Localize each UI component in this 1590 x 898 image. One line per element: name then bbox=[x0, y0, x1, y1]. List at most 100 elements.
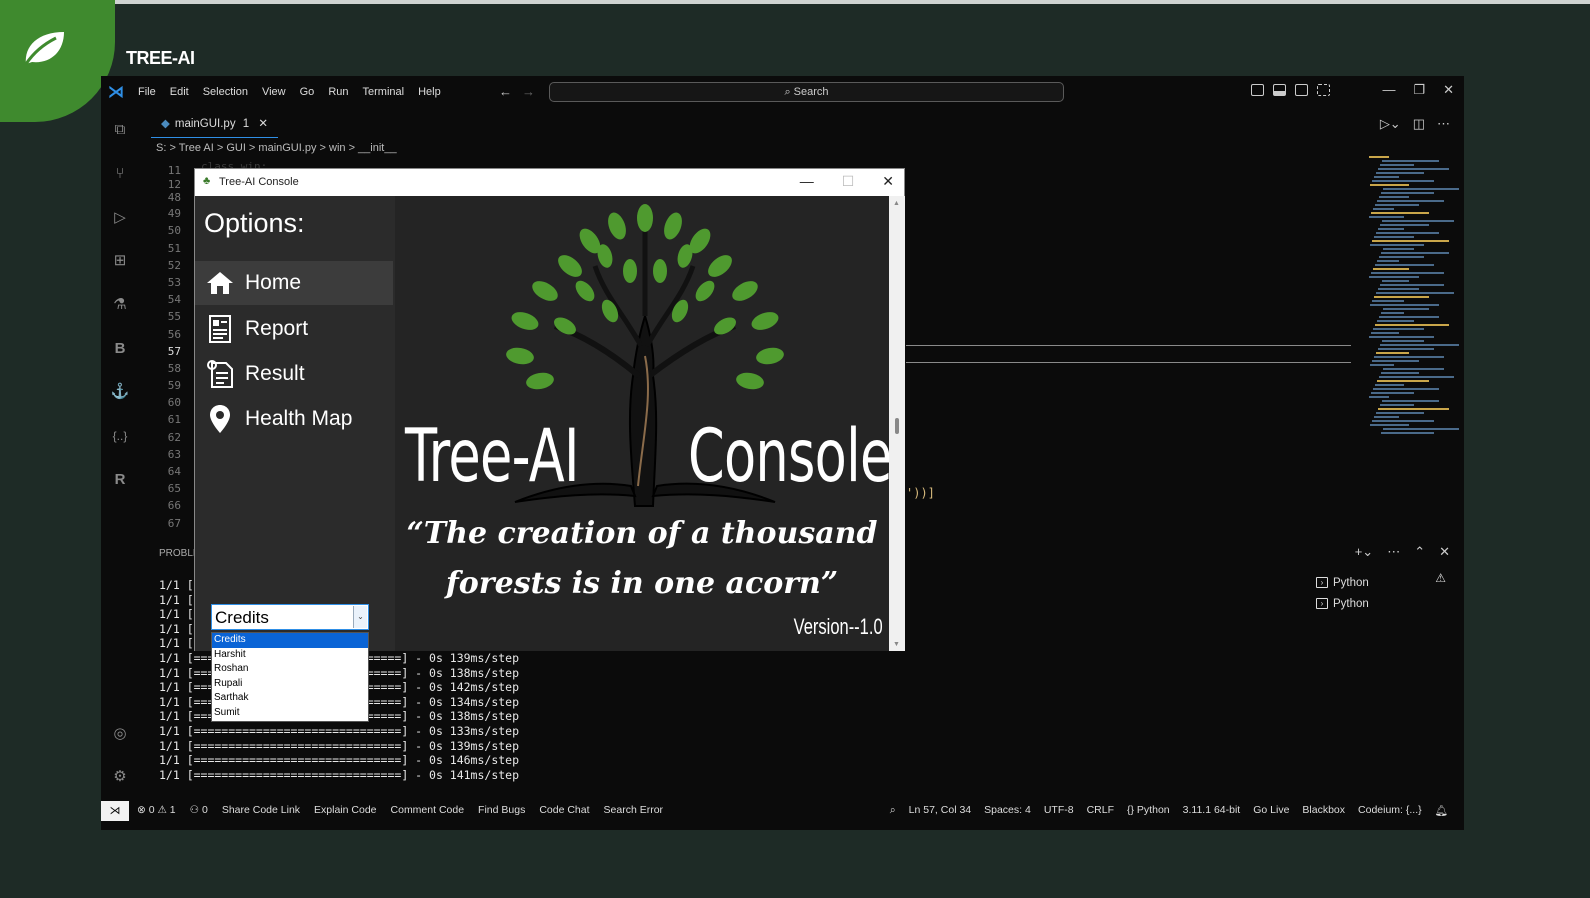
line-highlight-border bbox=[906, 345, 1351, 346]
search-error[interactable]: Search Error bbox=[604, 804, 664, 816]
minimap-line bbox=[1376, 352, 1409, 354]
command-search-input[interactable]: ⌕ Search bbox=[549, 82, 1064, 102]
codeium-status[interactable]: Codeium: {...} bbox=[1358, 804, 1422, 817]
python-interpreter[interactable]: 3.11.1 64-bit bbox=[1183, 804, 1241, 817]
explorer-icon[interactable]: ⧉ bbox=[110, 120, 130, 140]
console-close-icon[interactable]: ✕ bbox=[882, 173, 894, 190]
blackbox-status[interactable]: Blackbox bbox=[1302, 804, 1345, 817]
menu-go[interactable]: Go bbox=[293, 86, 322, 98]
dropdown-option[interactable]: Harshit bbox=[212, 648, 368, 663]
zoom-icon[interactable]: ⌕ bbox=[890, 804, 896, 817]
ports-status[interactable]: ⚇ 0 bbox=[190, 804, 208, 816]
toggle-sidebar-icon[interactable] bbox=[1251, 84, 1264, 96]
scroll-up-icon[interactable]: ▲ bbox=[893, 200, 900, 207]
minimap-line bbox=[1372, 240, 1449, 242]
share-code-link[interactable]: Share Code Link bbox=[222, 804, 300, 816]
line-number: 53 bbox=[167, 275, 181, 289]
close-icon[interactable]: ✕ bbox=[1443, 82, 1454, 98]
scroll-down-icon[interactable]: ▼ bbox=[893, 641, 900, 648]
minimize-icon[interactable]: — bbox=[1382, 82, 1395, 98]
split-editor-icon[interactable]: ◫ bbox=[1413, 116, 1425, 132]
minimap-line bbox=[1373, 388, 1439, 390]
minimap-line bbox=[1376, 412, 1424, 414]
cursor-position[interactable]: Ln 57, Col 34 bbox=[909, 804, 971, 817]
line-ending[interactable]: CRLF bbox=[1087, 804, 1114, 817]
line-number: 64 bbox=[167, 465, 181, 478]
blackbox-icon[interactable]: B bbox=[110, 339, 130, 359]
console-window-controls: — ☐ ✕ bbox=[800, 173, 894, 190]
line-number: 49 bbox=[167, 207, 181, 221]
back-arrow-icon[interactable]: ← bbox=[499, 84, 522, 99]
minimap-line bbox=[1380, 404, 1414, 406]
console-window-title: Tree-AI Console bbox=[219, 176, 299, 188]
chevron-down-icon[interactable]: ⌄ bbox=[353, 606, 367, 628]
minimap-line bbox=[1383, 188, 1459, 190]
menu-item-result[interactable]: Result bbox=[195, 352, 393, 396]
close-panel-icon[interactable]: ✕ bbox=[1439, 544, 1450, 560]
settings-gear-icon[interactable]: ⚙ bbox=[110, 767, 130, 787]
new-terminal-icon[interactable]: +⌄ bbox=[1355, 544, 1373, 560]
menu-help[interactable]: Help bbox=[411, 86, 448, 98]
problems-status[interactable]: ⊗ 0 ⚠ 1 bbox=[137, 804, 176, 816]
breadcrumb[interactable]: S: > Tree AI > GUI > mainGUI.py > win > … bbox=[156, 142, 397, 154]
menu-file[interactable]: File bbox=[131, 86, 163, 98]
find-bugs[interactable]: Find Bugs bbox=[478, 804, 525, 816]
status-left: ⊗ 0 ⚠ 1 ⚇ 0 Share Code Link Explain Code… bbox=[137, 804, 663, 816]
r-icon[interactable]: R bbox=[110, 470, 130, 490]
console-scrollbar[interactable]: ▲ ▼ bbox=[889, 196, 905, 651]
menu-view[interactable]: View bbox=[255, 86, 293, 98]
menu-edit[interactable]: Edit bbox=[163, 86, 196, 98]
menu-item-report[interactable]: Report bbox=[195, 307, 393, 351]
source-control-icon[interactable]: ⑂ bbox=[110, 164, 130, 184]
panel-more-icon[interactable]: ⋯ bbox=[1387, 544, 1400, 560]
minimap-line bbox=[1374, 356, 1444, 358]
terminal-item[interactable]: › Python bbox=[1316, 593, 1369, 614]
console-maximize-icon[interactable]: ☐ bbox=[842, 173, 855, 190]
run-file-icon[interactable]: ▷⌄ bbox=[1380, 116, 1401, 132]
tab-close-icon[interactable]: ✕ bbox=[258, 118, 268, 130]
run-debug-icon[interactable]: ▷ bbox=[110, 208, 130, 228]
menu-item-health-map[interactable]: Health Map bbox=[195, 397, 393, 441]
minimap-line bbox=[1380, 224, 1429, 226]
forward-arrow-icon[interactable]: → bbox=[522, 84, 545, 99]
extensions-icon[interactable]: ⊞ bbox=[110, 251, 130, 271]
comment-code[interactable]: Comment Code bbox=[391, 804, 465, 816]
testing-icon[interactable]: ⚗ bbox=[110, 295, 130, 315]
minimap-line bbox=[1382, 160, 1439, 162]
scroll-thumb[interactable] bbox=[895, 418, 899, 434]
explain-code[interactable]: Explain Code bbox=[314, 804, 376, 816]
customize-layout-icon[interactable] bbox=[1317, 84, 1330, 96]
more-actions-icon[interactable]: ⋯ bbox=[1437, 116, 1450, 132]
console-minimize-icon[interactable]: — bbox=[800, 173, 814, 190]
minimap[interactable] bbox=[1369, 156, 1459, 476]
minimap-line bbox=[1373, 268, 1409, 270]
menu-terminal[interactable]: Terminal bbox=[356, 86, 412, 98]
dropdown-option[interactable]: Sarthak bbox=[212, 691, 368, 706]
menu-item-home[interactable]: Home bbox=[195, 261, 393, 305]
json-icon[interactable]: {..} bbox=[110, 426, 130, 446]
code-chat[interactable]: Code Chat bbox=[539, 804, 589, 816]
credits-select[interactable]: Credits ⌄ bbox=[211, 604, 369, 630]
minimap-line bbox=[1371, 332, 1399, 334]
menu-run[interactable]: Run bbox=[321, 86, 355, 98]
notifications-bell-icon[interactable]: 🔔︎ bbox=[1435, 804, 1448, 817]
toggle-secondary-sidebar-icon[interactable] bbox=[1295, 84, 1308, 96]
menu-selection[interactable]: Selection bbox=[196, 86, 255, 98]
dropdown-option[interactable]: Sumit bbox=[212, 706, 368, 721]
line-number: 58 bbox=[167, 361, 181, 375]
account-icon[interactable]: ◎ bbox=[110, 724, 130, 744]
language-mode[interactable]: {} Python bbox=[1127, 804, 1170, 817]
tab-main-gui[interactable]: ◆ mainGUI.py 1 ✕ bbox=[151, 108, 279, 138]
indentation[interactable]: Spaces: 4 bbox=[984, 804, 1031, 817]
encoding[interactable]: UTF-8 bbox=[1044, 804, 1074, 817]
toggle-panel-icon[interactable] bbox=[1273, 84, 1286, 96]
dropdown-option[interactable]: Roshan bbox=[212, 662, 368, 677]
maximize-panel-icon[interactable]: ⌃ bbox=[1414, 544, 1425, 560]
dropdown-option[interactable]: Credits bbox=[212, 633, 368, 648]
restore-icon[interactable]: ❐ bbox=[1413, 82, 1425, 98]
remote-icon[interactable]: ⋊ bbox=[101, 801, 129, 821]
deploy-icon[interactable]: ⚓ bbox=[110, 382, 130, 402]
terminal-item[interactable]: › Python bbox=[1316, 572, 1369, 593]
go-live[interactable]: Go Live bbox=[1253, 804, 1289, 817]
dropdown-option[interactable]: Rupali bbox=[212, 677, 368, 692]
